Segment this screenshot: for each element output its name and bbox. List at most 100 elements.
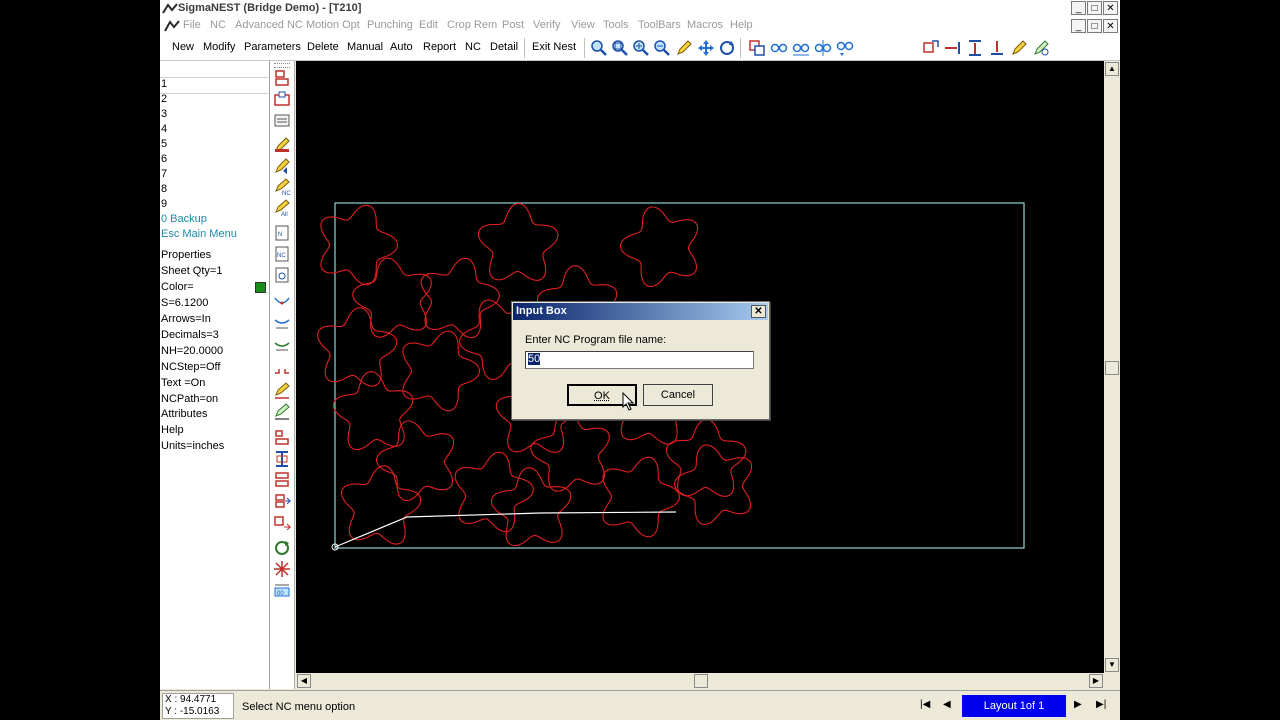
nested-part-3[interactable] bbox=[620, 206, 699, 288]
align-top-icon[interactable] bbox=[966, 39, 984, 57]
maximize-button[interactable]: □ bbox=[1087, 1, 1102, 15]
bridge-edit-icon[interactable] bbox=[273, 382, 291, 400]
array-x-icon[interactable] bbox=[792, 39, 810, 57]
last-layout-icon[interactable]: ▶| bbox=[1096, 699, 1106, 710]
path-icon[interactable] bbox=[273, 293, 291, 311]
redraw-icon[interactable] bbox=[718, 39, 736, 57]
new-button[interactable]: New bbox=[172, 41, 194, 53]
zoom-out-icon[interactable] bbox=[653, 39, 671, 57]
doc-restore-button[interactable]: □ bbox=[1087, 19, 1102, 33]
rotate-icon[interactable] bbox=[1032, 39, 1050, 57]
array-y-icon[interactable] bbox=[814, 39, 832, 57]
menu-file[interactable]: File bbox=[183, 19, 201, 31]
menu-nc[interactable]: NC bbox=[210, 19, 226, 31]
menu-tools[interactable]: Tools bbox=[603, 19, 629, 31]
doc-close-button[interactable]: ✕ bbox=[1103, 19, 1118, 33]
properties-heading[interactable]: Properties bbox=[161, 249, 211, 261]
scroll-left-icon[interactable]: ◀ bbox=[297, 674, 311, 688]
scroll-up-icon[interactable]: ▲ bbox=[1105, 62, 1119, 76]
nc-filename-input[interactable]: 50 bbox=[525, 351, 754, 369]
nested-part-2[interactable] bbox=[477, 202, 559, 281]
nested-part-4[interactable] bbox=[352, 257, 432, 338]
vertical-scrollbar[interactable]: ▲ ▼ bbox=[1104, 61, 1120, 673]
nested-part-17[interactable] bbox=[530, 411, 610, 492]
scroll-down-icon[interactable]: ▼ bbox=[1105, 658, 1119, 672]
menu-option-3[interactable]: 3 bbox=[161, 108, 167, 120]
property-decimals[interactable]: Decimals=3 bbox=[161, 329, 219, 341]
nested-part-16[interactable] bbox=[454, 451, 534, 533]
pencil-icon[interactable] bbox=[675, 39, 693, 57]
nc-report-icon[interactable] bbox=[273, 111, 291, 129]
menu-help[interactable]: Help bbox=[730, 19, 753, 31]
menu-option-9[interactable]: 9 bbox=[161, 198, 167, 210]
zoom-icon[interactable] bbox=[590, 39, 608, 57]
edit-all-icon[interactable]: All bbox=[273, 199, 291, 217]
detail-button[interactable]: Detail bbox=[490, 41, 518, 53]
minimize-button[interactable]: _ bbox=[1071, 1, 1086, 15]
layout-tab[interactable]: Layout 1of 1 bbox=[962, 695, 1066, 717]
align-right-icon[interactable] bbox=[944, 39, 962, 57]
property-ncstep[interactable]: NCStep=Off bbox=[161, 361, 220, 373]
menu-macros[interactable]: Macros bbox=[687, 19, 723, 31]
menu-punching[interactable]: Punching bbox=[367, 19, 413, 31]
horizontal-scrollbar[interactable]: ◀ ▶ bbox=[296, 673, 1104, 689]
pan-icon[interactable] bbox=[697, 39, 715, 57]
edit-lead-icon[interactable] bbox=[273, 157, 291, 175]
first-layout-icon[interactable]: |◀ bbox=[920, 699, 930, 710]
report-button[interactable]: Report bbox=[423, 41, 456, 53]
stack-icon[interactable] bbox=[273, 471, 291, 489]
property-units[interactable]: Units=inches bbox=[161, 440, 224, 452]
dialog-close-button[interactable]: ✕ bbox=[751, 305, 766, 318]
color-swatch[interactable] bbox=[255, 282, 266, 293]
scroll-right-icon[interactable]: ▶ bbox=[1089, 674, 1103, 688]
nested-part-12[interactable] bbox=[402, 330, 481, 412]
dialog-title-bar[interactable]: Input Box ✕ bbox=[513, 303, 768, 320]
property-arrows[interactable]: Arrows=In bbox=[161, 313, 211, 325]
property-help[interactable]: Help bbox=[161, 424, 184, 436]
nc-button[interactable]: NC bbox=[465, 41, 481, 53]
property-attributes[interactable]: Attributes bbox=[161, 408, 207, 420]
nested-part-15[interactable] bbox=[376, 420, 455, 502]
nc-search-icon[interactable] bbox=[273, 266, 291, 284]
exit-nest-button[interactable]: Exit Nest bbox=[532, 41, 576, 53]
nested-part-21[interactable] bbox=[602, 456, 681, 538]
menu-advanced-nc[interactable]: Advanced NC bbox=[235, 19, 303, 31]
nc-file-icon[interactable]: N bbox=[273, 224, 291, 242]
cancel-button[interactable]: Cancel bbox=[643, 384, 713, 406]
output-icon[interactable]: 00 bbox=[273, 581, 291, 599]
edit-pencil-icon[interactable] bbox=[273, 136, 291, 154]
edit-nc-icon[interactable]: NC bbox=[273, 178, 291, 196]
property-ncpath[interactable]: NCPath=on bbox=[161, 393, 218, 405]
prev-layout-icon[interactable]: ◀ bbox=[943, 699, 951, 710]
menu-option-1[interactable]: 1 bbox=[161, 78, 167, 90]
move-part-icon[interactable] bbox=[922, 39, 940, 57]
copy-part-icon[interactable] bbox=[748, 39, 766, 57]
nested-part-22[interactable] bbox=[674, 444, 753, 526]
nested-part-11[interactable] bbox=[332, 371, 414, 451]
strip-grip[interactable] bbox=[274, 63, 290, 68]
menu-post[interactable]: Post bbox=[502, 19, 524, 31]
main-menu-option[interactable]: Esc Main Menu bbox=[161, 228, 237, 240]
sequence-icon[interactable] bbox=[273, 429, 291, 447]
menu-option-5[interactable]: 5 bbox=[161, 138, 167, 150]
i-beam-icon[interactable] bbox=[273, 450, 291, 468]
move-arrow-icon[interactable] bbox=[273, 513, 291, 531]
menu-toolbars[interactable]: ToolBars bbox=[638, 19, 681, 31]
menu-option-4[interactable]: 4 bbox=[161, 123, 167, 135]
zoom-window-icon[interactable] bbox=[611, 39, 629, 57]
array-icon[interactable] bbox=[770, 39, 788, 57]
path-sequence-icon[interactable] bbox=[273, 335, 291, 353]
nested-part-1[interactable] bbox=[320, 204, 399, 286]
close-button[interactable]: ✕ bbox=[1103, 1, 1118, 15]
auto-button[interactable]: Auto bbox=[390, 41, 413, 53]
doc-minimize-button[interactable]: _ bbox=[1071, 19, 1086, 33]
nested-part-20[interactable] bbox=[490, 467, 572, 547]
next-layout-icon[interactable]: ▶ bbox=[1074, 699, 1082, 710]
menu-option-8[interactable]: 8 bbox=[161, 183, 167, 195]
menu-option-7[interactable]: 7 bbox=[161, 168, 167, 180]
menu-crop-rem[interactable]: Crop Rem bbox=[447, 19, 497, 31]
bridge-icon[interactable] bbox=[273, 361, 291, 379]
vertical-scroll-thumb[interactable] bbox=[1105, 361, 1119, 375]
draw-icon[interactable] bbox=[1010, 39, 1028, 57]
stack-arrow-icon[interactable] bbox=[273, 492, 291, 510]
